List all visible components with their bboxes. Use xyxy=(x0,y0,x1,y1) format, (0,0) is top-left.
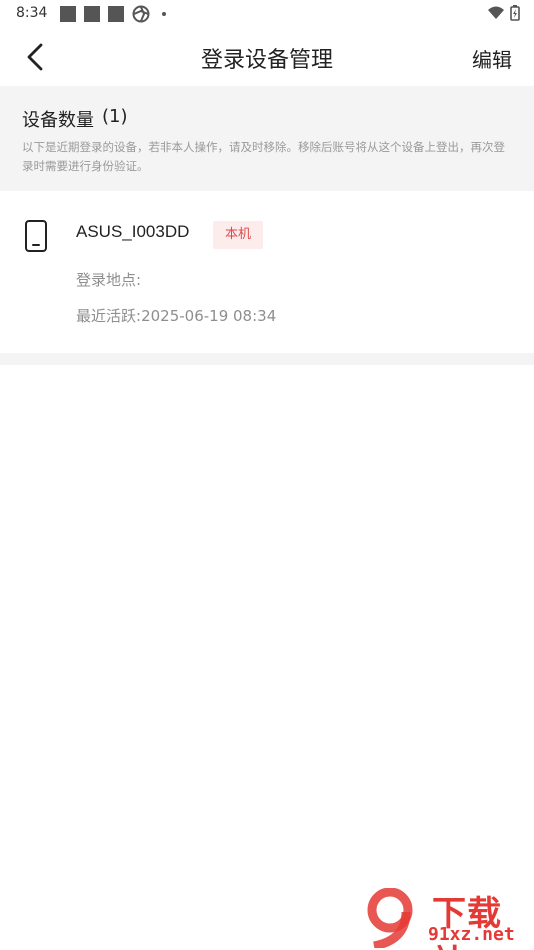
status-bar: 8:34 xyxy=(0,0,534,28)
last-active: 最近活跃:2025-06-19 08:34 xyxy=(76,305,276,326)
phone-icon xyxy=(25,220,47,252)
device-count-label: 设备数量 xyxy=(22,110,94,131)
device-count-value: (1) xyxy=(102,106,128,127)
last-active-label: 最近活跃: xyxy=(76,307,142,325)
login-location: 登录地点: xyxy=(76,269,141,290)
current-device-badge: 本机 xyxy=(213,221,264,249)
status-time: 8:34 xyxy=(16,5,48,21)
device-list-item[interactable]: ASUS_I003DD 本机 登录地点: 最近活跃:2025-06-19 08:… xyxy=(0,191,534,353)
device-count: 设备数量 (1) xyxy=(22,106,512,132)
info-description: 以下是近期登录的设备，若非本人操作，请及时移除。移除后账号将从这个设备上登出，再… xyxy=(22,140,505,173)
last-active-value: 2025-06-19 08:34 xyxy=(141,307,277,325)
app-header: 登录设备管理 编辑 xyxy=(0,28,534,86)
edit-button[interactable]: 编辑 xyxy=(472,44,512,73)
device-name: ASUS_I003DD xyxy=(76,222,190,241)
notification-icon xyxy=(84,6,100,22)
watermark-site: 91xz.net xyxy=(428,924,515,945)
watermark-logo: 下载站 91xz.net xyxy=(362,886,534,950)
wifi-icon xyxy=(488,6,504,19)
section-divider xyxy=(0,353,534,365)
device-info-section: 设备数量 (1) 以下是近期登录的设备，若非本人操作，请及时移除。移除后账号将从… xyxy=(0,86,534,191)
aperture-icon xyxy=(132,5,150,23)
more-notifications-dot xyxy=(162,12,166,16)
battery-icon xyxy=(510,5,520,21)
notification-icon xyxy=(60,6,76,22)
page-title: 登录设备管理 xyxy=(200,48,333,73)
watermark-9-icon xyxy=(367,888,413,948)
login-location-label: 登录地点: xyxy=(76,271,142,289)
notification-icon xyxy=(108,6,124,22)
